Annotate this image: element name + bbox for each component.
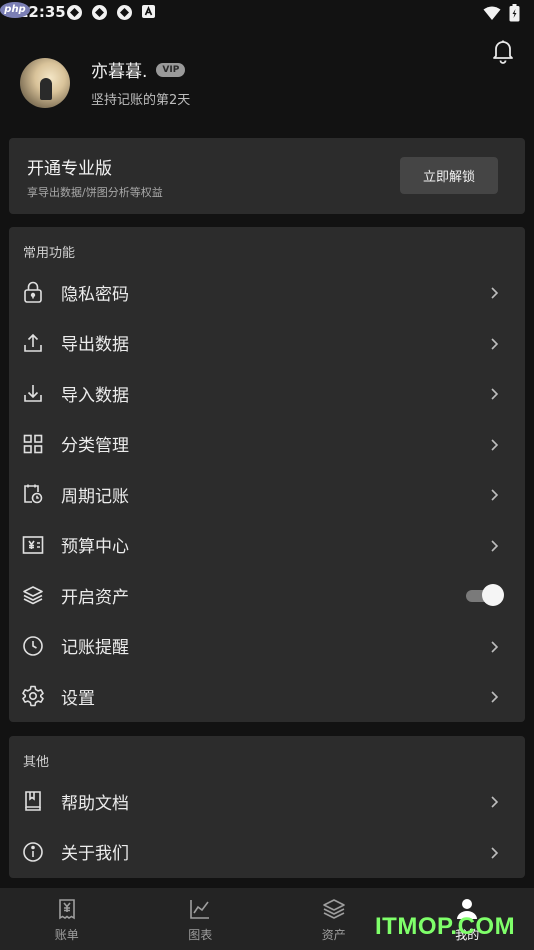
tab-label: 图表 bbox=[188, 928, 213, 942]
menu-item-import-data[interactable]: 导入数据 bbox=[9, 368, 525, 419]
section-title: 常用功能 bbox=[23, 246, 76, 261]
section-title: 其他 bbox=[23, 755, 50, 770]
menu-item-label: 设置 bbox=[61, 688, 95, 709]
menu-item-label: 隐私密码 bbox=[61, 284, 129, 305]
chevron-right-icon bbox=[489, 639, 499, 653]
avatar[interactable] bbox=[20, 57, 70, 108]
menu-item-label: 导出数据 bbox=[61, 335, 129, 356]
notification-bell-icon[interactable] bbox=[490, 38, 516, 64]
notification-app-icon bbox=[116, 4, 133, 21]
notification-app-icon bbox=[91, 4, 108, 21]
tab-charts[interactable]: 图表 bbox=[134, 888, 268, 950]
menu-item-label: 周期记账 bbox=[61, 486, 129, 507]
notification-app-icon bbox=[66, 4, 83, 21]
bill-icon bbox=[55, 897, 79, 921]
tab-label: 账单 bbox=[54, 928, 79, 942]
import-icon bbox=[22, 382, 44, 404]
php-logo: php bbox=[0, 2, 30, 18]
pro-subtitle: 享导出数据/饼图分析等权益 bbox=[27, 186, 163, 199]
export-icon bbox=[22, 332, 44, 354]
chevron-right-icon bbox=[489, 689, 499, 703]
chart-icon bbox=[188, 897, 212, 921]
pro-title: 开通专业版 bbox=[27, 159, 112, 179]
lock-icon bbox=[22, 281, 44, 304]
unlock-now-button[interactable]: 立即解锁 bbox=[400, 157, 498, 194]
menu-item-privacy-password[interactable]: 隐私密码 bbox=[9, 267, 525, 318]
menu-item-label: 分类管理 bbox=[61, 436, 129, 457]
vip-badge: VIP bbox=[156, 62, 186, 77]
menu-item-about-us[interactable]: 关于我们 bbox=[9, 827, 525, 878]
menu-item-label: 帮助文档 bbox=[61, 793, 129, 814]
watermark: ITMOP.COM bbox=[375, 913, 516, 940]
common-functions-card: 常用功能 隐私密码 导出数据 导入数据 分类管理 周期记账 预算中心 开启资产 … bbox=[9, 227, 525, 722]
assets-icon bbox=[322, 897, 346, 921]
chevron-right-icon bbox=[489, 437, 499, 451]
menu-item-settings[interactable]: 设置 bbox=[9, 671, 525, 722]
menu-item-budget-center[interactable]: 预算中心 bbox=[9, 520, 525, 571]
pro-upgrade-card: 开通专业版 享导出数据/饼图分析等权益 立即解锁 bbox=[9, 138, 525, 214]
status-bar: 12:35 php bbox=[0, 0, 534, 28]
info-icon bbox=[22, 841, 44, 863]
chevron-right-icon bbox=[489, 386, 499, 400]
tab-bills[interactable]: 账单 bbox=[0, 888, 134, 950]
profile-header[interactable]: 亦暮暮. VIP 坚持记账的第2天 bbox=[20, 57, 190, 108]
book-icon bbox=[22, 790, 44, 812]
tab-label: 资产 bbox=[321, 928, 346, 942]
calendar-clock-icon bbox=[22, 483, 44, 505]
clock-icon bbox=[22, 635, 44, 657]
menu-item-export-data[interactable]: 导出数据 bbox=[9, 318, 525, 369]
menu-item-bookkeeping-reminder[interactable]: 记账提醒 bbox=[9, 621, 525, 672]
notification-letter-icon bbox=[141, 4, 158, 21]
gear-icon bbox=[22, 685, 44, 707]
layers-icon bbox=[22, 584, 44, 606]
other-card: 其他 帮助文档 关于我们 bbox=[9, 736, 525, 878]
bookkeeping-streak: 坚持记账的第2天 bbox=[91, 93, 191, 108]
grid-icon bbox=[22, 433, 44, 455]
enable-assets-toggle[interactable] bbox=[466, 584, 504, 607]
menu-item-label: 预算中心 bbox=[61, 537, 129, 558]
username: 亦暮暮. bbox=[91, 62, 148, 82]
chevron-right-icon bbox=[489, 336, 499, 350]
battery-icon bbox=[509, 4, 520, 26]
menu-item-label: 导入数据 bbox=[61, 385, 129, 406]
notification-icons bbox=[66, 4, 158, 21]
chevron-right-icon bbox=[489, 487, 499, 501]
budget-icon bbox=[22, 534, 44, 556]
chevron-right-icon bbox=[489, 794, 499, 808]
menu-item-recurring-records[interactable]: 周期记账 bbox=[9, 469, 525, 520]
menu-item-category-management[interactable]: 分类管理 bbox=[9, 419, 525, 470]
menu-item-enable-assets: 开启资产 bbox=[9, 570, 525, 621]
wifi-icon bbox=[483, 6, 501, 25]
chevron-right-icon bbox=[489, 845, 499, 859]
menu-item-label: 关于我们 bbox=[61, 844, 129, 865]
menu-item-label: 开启资产 bbox=[61, 587, 129, 608]
menu-item-help-docs[interactable]: 帮助文档 bbox=[9, 776, 525, 827]
chevron-right-icon bbox=[489, 285, 499, 299]
menu-item-label: 记账提醒 bbox=[61, 638, 129, 659]
chevron-right-icon bbox=[489, 538, 499, 552]
